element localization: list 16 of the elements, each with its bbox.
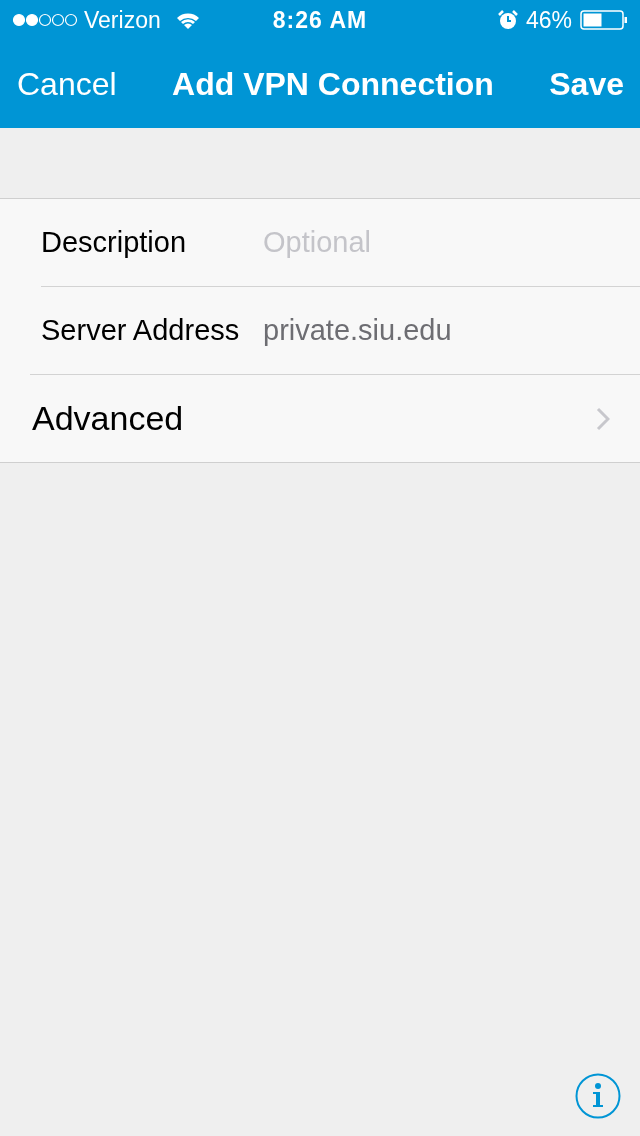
field-label: Description bbox=[41, 226, 188, 259]
input-field[interactable]: private.siu.edu bbox=[263, 314, 640, 347]
advanced-row[interactable]: Advanced bbox=[0, 375, 640, 462]
cancel-button[interactable]: Cancel bbox=[17, 65, 117, 103]
chevron-icon bbox=[596, 406, 610, 431]
row-label: Advanced bbox=[32, 399, 184, 438]
screen-title: Add VPN Connection bbox=[172, 65, 494, 103]
battery-icon bbox=[580, 10, 628, 30]
battery-percent: 46% bbox=[525, 6, 572, 34]
carrier-name: Verizon bbox=[84, 6, 161, 34]
save-button[interactable]: Save bbox=[549, 65, 624, 103]
info-icon[interactable] bbox=[575, 1073, 621, 1119]
status-time: 8:26 AM bbox=[272, 6, 368, 34]
signal-icon bbox=[12, 13, 78, 27]
alarm-icon bbox=[497, 10, 518, 30]
field-label: Server Address bbox=[40, 314, 241, 347]
